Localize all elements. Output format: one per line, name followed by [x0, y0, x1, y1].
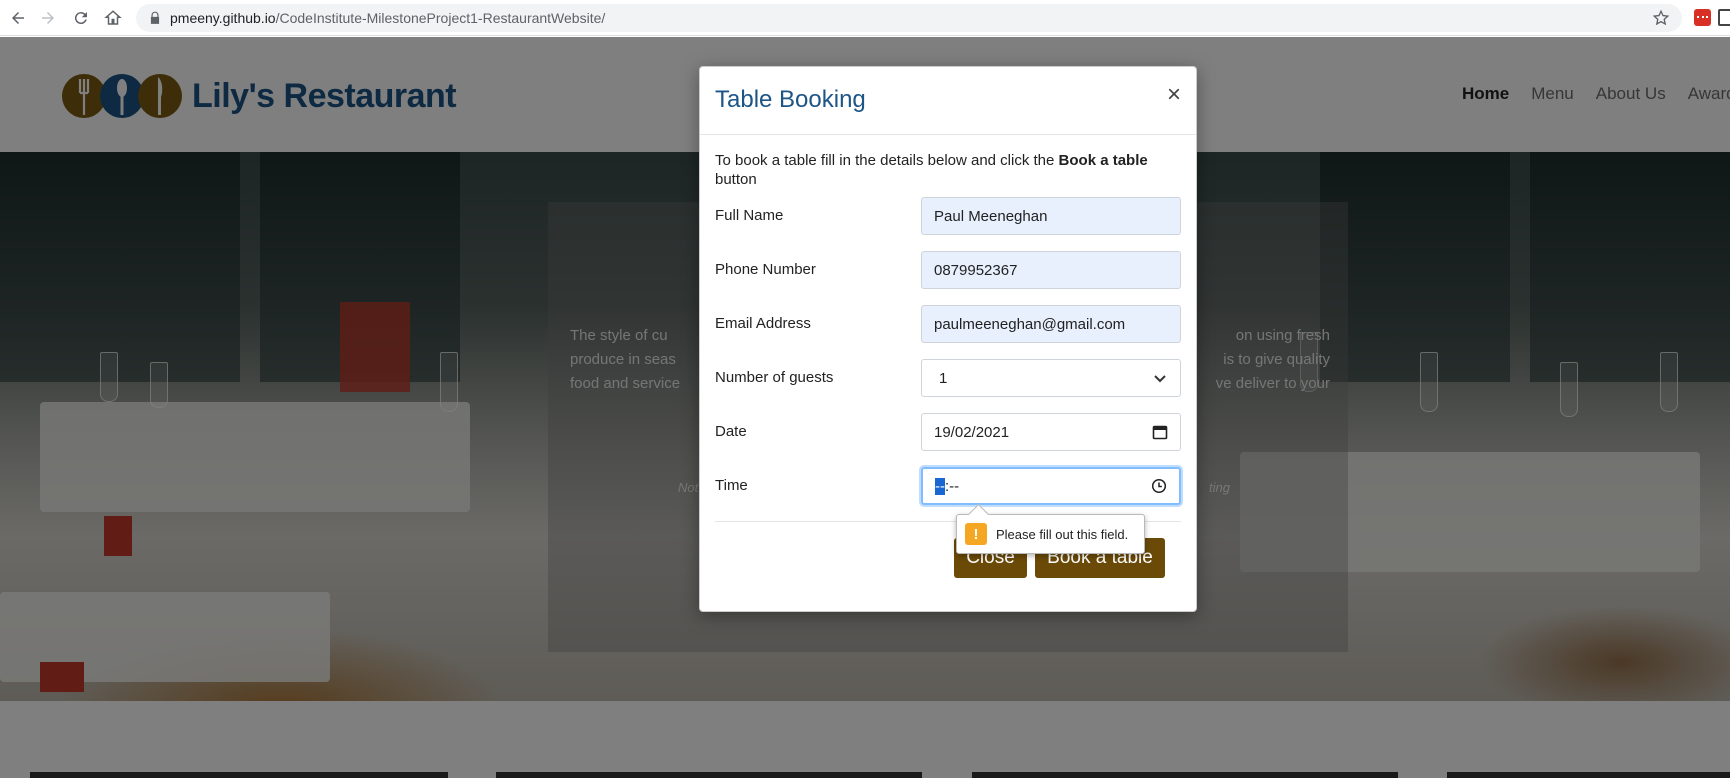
- time-label: Time: [715, 477, 748, 494]
- validation-message: Please fill out this field.: [996, 526, 1129, 542]
- full-name-label: Full Name: [715, 207, 784, 224]
- forward-icon[interactable]: [38, 8, 58, 28]
- clock-icon[interactable]: [1151, 478, 1167, 494]
- guests-label: Number of guests: [715, 369, 834, 386]
- booking-instructions: To book a table fill in the details belo…: [715, 152, 1148, 188]
- browser-toolbar: pmeeny.github.io/CodeInstitute-Milestone…: [0, 0, 1730, 36]
- validation-tooltip: ! Please fill out this field.: [956, 514, 1145, 554]
- close-icon[interactable]: ×: [1167, 83, 1181, 107]
- bookmark-star-icon[interactable]: [1652, 9, 1670, 27]
- full-name-input[interactable]: Paul Meeneghan: [921, 197, 1181, 235]
- url-text: pmeeny.github.io/CodeInstitute-Milestone…: [170, 10, 606, 26]
- email-input[interactable]: paulmeeneghan@gmail.com: [921, 305, 1181, 343]
- email-label: Email Address: [715, 315, 811, 332]
- extension-icon-2[interactable]: [1718, 9, 1730, 26]
- date-input[interactable]: 19/02/2021: [921, 413, 1181, 451]
- warning-icon: !: [965, 523, 987, 545]
- guests-select[interactable]: 1: [921, 359, 1181, 397]
- reload-icon[interactable]: [71, 8, 91, 28]
- phone-input[interactable]: 0879952367: [921, 251, 1181, 289]
- time-input[interactable]: --:--: [921, 467, 1181, 505]
- date-label: Date: [715, 423, 747, 440]
- modal-title: Table Booking: [715, 86, 866, 113]
- home-icon[interactable]: [103, 8, 123, 28]
- modal-header: Table Booking ×: [700, 67, 1196, 135]
- extension-icon[interactable]: [1694, 9, 1711, 26]
- address-bar[interactable]: pmeeny.github.io/CodeInstitute-Milestone…: [136, 4, 1682, 32]
- calendar-icon[interactable]: [1152, 424, 1168, 440]
- chevron-down-icon: [1154, 375, 1166, 383]
- lock-icon: [150, 11, 160, 24]
- phone-label: Phone Number: [715, 261, 816, 278]
- back-icon[interactable]: [8, 8, 28, 28]
